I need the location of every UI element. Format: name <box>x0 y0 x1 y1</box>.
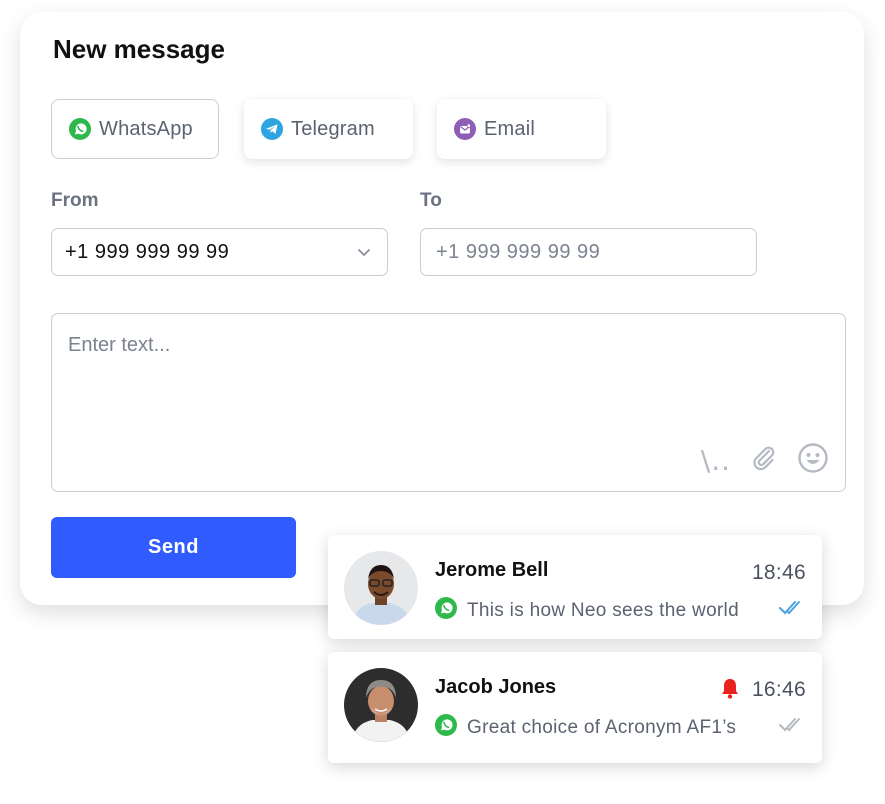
to-input[interactable] <box>434 239 738 265</box>
message-preview-text: This is how Neo sees the world <box>467 599 739 621</box>
contact-name: Jerome Bell <box>435 559 549 581</box>
compose-toolbar: \.. <box>701 442 829 479</box>
emoji-icon[interactable] <box>797 442 829 479</box>
avatar <box>344 668 418 742</box>
conversation-card[interactable]: Jerome Bell 18:46 This is how Neo sees t… <box>328 535 822 639</box>
from-select[interactable]: +1 999 999 99 99 <box>51 228 388 276</box>
channel-whatsapp-button[interactable]: WhatsApp <box>51 99 219 159</box>
paperclip-icon[interactable] <box>749 443 779 478</box>
from-label: From <box>51 190 99 211</box>
channel-label: Email <box>484 117 536 140</box>
telegram-icon <box>261 118 283 140</box>
slash-template-icon[interactable]: \.. <box>701 444 731 477</box>
conversation-card[interactable]: Jacob Jones 16:46 Great choice of Acrony… <box>328 652 822 763</box>
message-input[interactable] <box>66 332 830 436</box>
chevron-down-icon <box>357 245 371 264</box>
channel-label: Telegram <box>291 117 375 140</box>
message-time: 16:46 <box>751 678 806 701</box>
page-title: New message <box>53 34 225 64</box>
email-icon <box>454 118 476 140</box>
to-label: To <box>420 190 442 211</box>
channel-label: WhatsApp <box>99 117 193 140</box>
message-preview: Great choice of Acronym AF1’s <box>435 714 736 741</box>
delivered-check-icon <box>778 716 806 739</box>
message-textarea-box: \.. <box>51 313 846 492</box>
message-time: 18:46 <box>751 561 806 584</box>
read-check-icon <box>778 599 806 622</box>
contact-name: Jacob Jones <box>435 676 557 698</box>
bell-icon <box>718 676 742 705</box>
whatsapp-icon <box>69 118 91 140</box>
to-field[interactable] <box>420 228 757 276</box>
channel-email-button[interactable]: Email <box>437 99 606 159</box>
channel-telegram-button[interactable]: Telegram <box>244 99 413 159</box>
send-button[interactable]: Send <box>51 517 296 578</box>
whatsapp-icon <box>435 597 457 624</box>
whatsapp-icon <box>435 714 457 741</box>
message-preview: This is how Neo sees the world <box>435 597 739 624</box>
message-preview-text: Great choice of Acronym AF1’s <box>467 716 737 738</box>
from-value: +1 999 999 99 99 <box>65 240 230 263</box>
avatar <box>344 551 418 625</box>
